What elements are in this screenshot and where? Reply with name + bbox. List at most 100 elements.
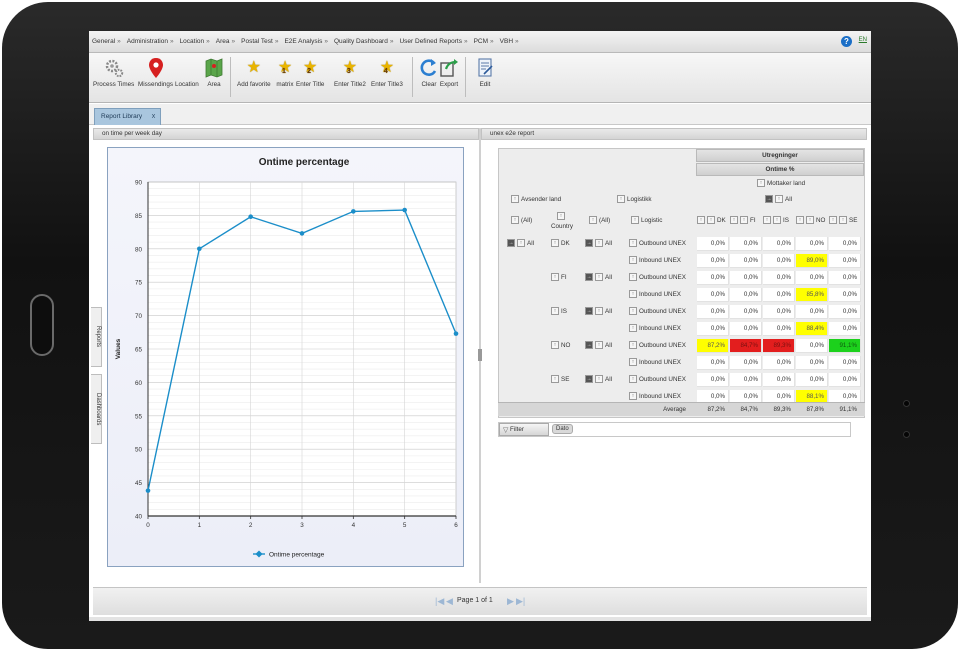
data-point[interactable] xyxy=(453,331,459,336)
sort-pin-icon[interactable]: ↑ xyxy=(730,216,738,225)
add-favorite-button[interactable]: ★ Add favorite xyxy=(237,57,271,88)
sort-pin-icon[interactable]: ↑ xyxy=(629,392,637,401)
value-cell[interactable]: 0,0% xyxy=(829,288,861,302)
value-cell[interactable]: 0,0% xyxy=(829,373,861,387)
enter-title3-button[interactable]: ★ 4 Enter Title3 xyxy=(371,57,403,88)
value-cell[interactable]: 0,0% xyxy=(730,237,762,251)
row-country-dk[interactable]: ↑ DK xyxy=(551,239,570,249)
enter-title2-button[interactable]: ★ 3 Enter Title2 xyxy=(334,57,366,88)
value-cell[interactable]: 0,0% xyxy=(730,305,762,319)
first-page-icon[interactable]: |◀ xyxy=(435,596,444,607)
sort-pin-icon[interactable]: ↑ xyxy=(697,216,705,225)
row-header-all[interactable]: ↑ (All) xyxy=(511,216,532,226)
sort-pin-icon[interactable]: ↑ xyxy=(551,307,559,316)
sort-pin-icon[interactable]: ↑ xyxy=(707,216,715,225)
menu-item-quality-dashboard[interactable]: Quality Dashboard» xyxy=(334,38,393,45)
value-cell[interactable]: 0,0% xyxy=(829,254,861,268)
menu-item-pcm[interactable]: PCM» xyxy=(474,38,494,45)
help-icon[interactable]: ? xyxy=(841,36,852,47)
missendings-button[interactable]: Missendings xyxy=(138,57,173,88)
value-cell[interactable]: 0,0% xyxy=(796,271,828,285)
column-header-no[interactable]: ↑ ↑ NO xyxy=(796,216,825,226)
sort-pin-icon[interactable]: ↑ xyxy=(629,307,637,316)
home-button[interactable] xyxy=(30,294,54,356)
value-cell[interactable]: 0,0% xyxy=(697,237,729,251)
menu-item-area[interactable]: Area» xyxy=(216,38,235,45)
export-button[interactable]: Export xyxy=(439,57,459,88)
next-page-icon[interactable]: ▶ xyxy=(507,596,514,607)
row-group-all[interactable]: → ↑ All xyxy=(585,273,612,283)
menu-item-location[interactable]: Location» xyxy=(180,38,210,45)
value-cell[interactable]: 0,0% xyxy=(697,305,729,319)
column-field-all[interactable]: → ↑ All xyxy=(765,195,792,205)
value-cell[interactable]: 0,0% xyxy=(697,271,729,285)
value-cell[interactable]: 0,0% xyxy=(763,305,795,319)
data-point[interactable] xyxy=(248,214,253,220)
menu-item-vbh[interactable]: VBH» xyxy=(500,38,519,45)
row-all-group[interactable]: → ↑ All xyxy=(507,239,534,249)
row-header-country[interactable]: ↑ Country xyxy=(551,212,573,232)
row-field-logistics[interactable]: ↑ Logistikk xyxy=(617,195,652,205)
value-cell[interactable]: 0,0% xyxy=(730,356,762,370)
menu-item-administration[interactable]: Administration» xyxy=(127,38,174,45)
value-cell[interactable]: 0,0% xyxy=(796,356,828,370)
expand-icon[interactable]: → xyxy=(585,239,593,248)
sort-pin-icon[interactable]: ↑ xyxy=(629,341,637,350)
row-country-fi[interactable]: ↑ FI xyxy=(551,273,567,283)
sort-pin-icon[interactable]: ↑ xyxy=(511,195,519,204)
value-cell[interactable]: 0,0% xyxy=(763,288,795,302)
sort-pin-icon[interactable]: ↑ xyxy=(517,239,525,248)
sort-pin-icon[interactable]: ↑ xyxy=(595,239,603,248)
value-cell[interactable]: 0,0% xyxy=(829,237,861,251)
data-point[interactable] xyxy=(299,231,305,236)
value-cell[interactable]: 0,0% xyxy=(763,254,795,268)
value-cell[interactable]: 84,7% xyxy=(730,339,762,353)
sort-pin-icon[interactable]: ↑ xyxy=(557,212,566,221)
process-times-button[interactable]: Process Times xyxy=(93,57,134,88)
sort-pin-icon[interactable]: ↑ xyxy=(629,273,637,282)
menu-item-e2e-analysis[interactable]: E2E Analysis» xyxy=(284,38,328,45)
sort-pin-icon[interactable]: ↑ xyxy=(511,216,519,225)
row-country-se[interactable]: ↑ SE xyxy=(551,375,569,385)
menu-item-user-defined-reports[interactable]: User Defined Reports» xyxy=(399,38,467,45)
sort-pin-icon[interactable]: ↑ xyxy=(551,273,559,282)
sort-pin-icon[interactable]: ↑ xyxy=(806,216,814,225)
value-cell[interactable]: 0,0% xyxy=(697,356,729,370)
value-cell[interactable]: 0,0% xyxy=(763,237,795,251)
value-cell[interactable]: 0,0% xyxy=(697,322,729,336)
column-header-is[interactable]: ↑ ↑ IS xyxy=(763,216,789,226)
value-cell[interactable]: 0,0% xyxy=(829,271,861,285)
value-cell[interactable]: 87,2% xyxy=(697,339,729,353)
date-filter-chip[interactable]: Dato xyxy=(552,424,573,434)
area-button[interactable]: Area xyxy=(204,57,224,88)
expand-icon[interactable]: → xyxy=(585,341,593,350)
value-cell[interactable]: 0,0% xyxy=(763,373,795,387)
expand-icon[interactable]: → xyxy=(585,375,593,384)
data-point[interactable] xyxy=(351,209,356,214)
value-cell[interactable]: 0,0% xyxy=(697,288,729,302)
value-cell[interactable]: 0,0% xyxy=(829,356,861,370)
value-cell[interactable]: 0,0% xyxy=(796,339,828,353)
value-cell[interactable]: 89,3% xyxy=(763,339,795,353)
value-cell[interactable]: 85,8% xyxy=(796,288,828,302)
location-button[interactable]: Location xyxy=(175,57,199,88)
sort-pin-icon[interactable]: ↑ xyxy=(629,239,637,248)
value-cell[interactable]: 0,0% xyxy=(829,305,861,319)
value-cell[interactable]: 91,1% xyxy=(829,339,861,353)
sort-pin-icon[interactable]: ↑ xyxy=(775,195,783,204)
column-header-fi[interactable]: ↑ ↑ FI xyxy=(730,216,756,226)
filter-button[interactable]: ▽ Filter xyxy=(499,423,549,436)
column-field-mottaker[interactable]: ↑ Mottaker land xyxy=(757,179,805,189)
sort-pin-icon[interactable]: ↑ xyxy=(629,375,637,384)
sort-pin-icon[interactable]: ↑ xyxy=(551,375,559,384)
sort-pin-icon[interactable]: ↑ xyxy=(551,239,559,248)
tab-report-library[interactable]: Report Library x xyxy=(94,108,162,125)
edit-button[interactable]: Edit xyxy=(475,57,495,88)
sort-pin-icon[interactable]: ↑ xyxy=(595,307,603,316)
row-group-all[interactable]: → ↑ All xyxy=(585,307,612,317)
value-cell[interactable]: 0,0% xyxy=(730,254,762,268)
sort-pin-icon[interactable]: ↑ xyxy=(631,216,639,225)
row-group-all[interactable]: → ↑ All xyxy=(585,239,612,249)
row-group-all[interactable]: → ↑ All xyxy=(585,341,612,351)
clear-button[interactable]: Clear xyxy=(419,57,439,88)
